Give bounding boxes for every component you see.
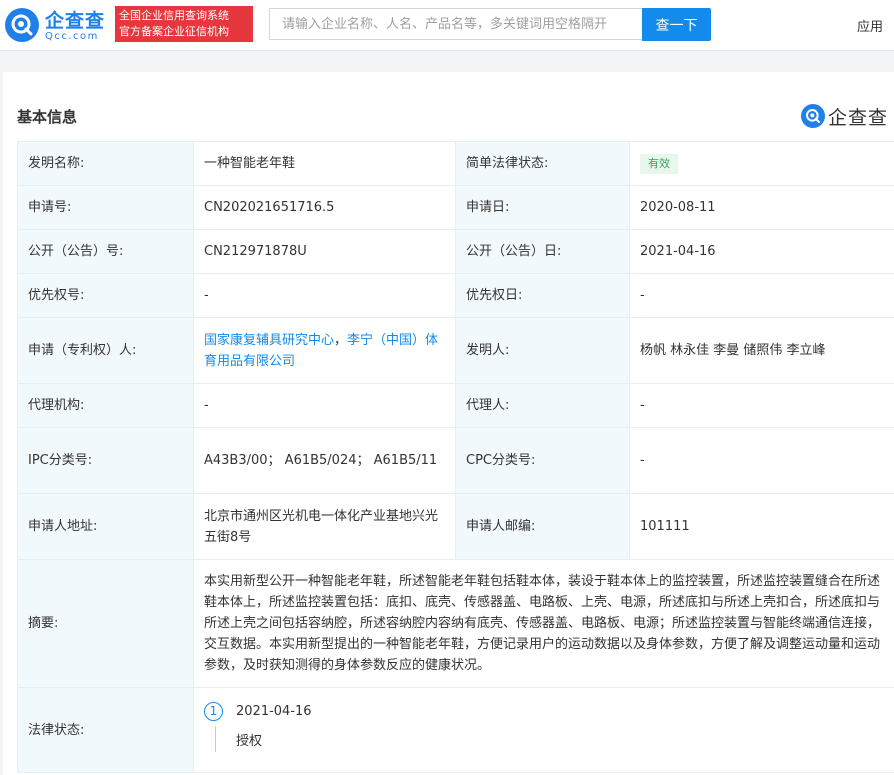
- label-agent: 代理人:: [455, 383, 630, 428]
- timeline-step-desc: 授权: [236, 734, 263, 749]
- applicant-separator: ，: [334, 332, 348, 348]
- table-row: 申请人地址: 北京市通州区光机电一体化产业基地兴光五街8号 申请人邮编: 101…: [17, 493, 894, 560]
- value-application-date: 2020-08-11: [629, 185, 894, 230]
- value-abstract: 本实用新型公开一种智能老年鞋，所述智能老年鞋包括鞋本体，装设于鞋本体上的监控装置…: [193, 559, 894, 688]
- value-applicant-address: 北京市通州区光机电一体化产业基地兴光五街8号: [193, 493, 456, 560]
- table-row: 公开（公告）号: CN212971878U 公开（公告）日: 2021-04-1…: [17, 229, 894, 274]
- value-invention-name: 一种智能老年鞋: [193, 141, 456, 186]
- value-agency: -: [193, 383, 456, 428]
- label-publication-number: 公开（公告）号:: [17, 229, 194, 274]
- label-publication-date: 公开（公告）日:: [455, 229, 630, 274]
- qcc-watermark-logo: 企查查: [801, 102, 894, 130]
- value-applicant-zip: 101111: [629, 493, 894, 560]
- logo-domain: Qcc.com: [45, 31, 99, 42]
- label-invention-name: 发明名称:: [17, 141, 194, 186]
- label-inventor: 发明人:: [455, 317, 630, 384]
- label-applicant: 申请（专利权）人:: [17, 317, 194, 384]
- label-application-number: 申请号:: [17, 185, 194, 230]
- timeline-step-number: 1: [204, 702, 223, 721]
- label-legal-status-timeline: 法律状态:: [17, 687, 194, 773]
- table-row: 代理机构: - 代理人: -: [17, 383, 894, 428]
- label-legal-status: 简单法律状态:: [455, 141, 630, 186]
- table-row: 申请（专利权）人: 国家康复辅具研究中心，李宁（中国）体育用品有限公司 发明人:…: [17, 317, 894, 384]
- value-inventor: 杨帆 林永佳 李曼 储照伟 李立峰: [629, 317, 894, 384]
- table-row: 摘要: 本实用新型公开一种智能老年鞋，所述智能老年鞋包括鞋本体，装设于鞋本体上的…: [17, 559, 894, 688]
- app-link[interactable]: 应用: [857, 16, 883, 35]
- applicant-link-1[interactable]: 国家康复辅具研究中心: [204, 333, 334, 348]
- value-ipc: A43B3/00； A61B5/024； A61B5/11: [193, 427, 456, 494]
- qcc-logo[interactable]: 企查查 Qcc.com: [5, 6, 111, 44]
- status-badge: 有效: [640, 154, 678, 174]
- search-button[interactable]: 查一下: [642, 8, 711, 41]
- legal-status-timeline: 1 2021-04-16 授权: [193, 687, 894, 773]
- qcc-logo-icon: [5, 8, 39, 42]
- label-priority-number: 优先权号:: [17, 273, 194, 318]
- value-publication-date: 2021-04-16: [629, 229, 894, 274]
- watermark-text: 企查查: [828, 107, 889, 129]
- table-row: 法律状态: 1 2021-04-16 授权: [17, 687, 894, 773]
- label-agency: 代理机构:: [17, 383, 194, 428]
- slogan-badge: 全国企业信用查询系统 官方备案企业征信机构: [115, 6, 253, 42]
- label-application-date: 申请日:: [455, 185, 630, 230]
- table-row: 申请号: CN202021651716.5 申请日: 2020-08-11: [17, 185, 894, 230]
- timeline-connector: [215, 726, 216, 752]
- value-publication-number: CN212971878U: [193, 229, 456, 274]
- label-applicant-zip: 申请人邮编:: [455, 493, 630, 560]
- label-priority-date: 优先权日:: [455, 273, 630, 318]
- table-row: 优先权号: - 优先权日: -: [17, 273, 894, 318]
- table-row: IPC分类号: A43B3/00； A61B5/024； A61B5/11 CP…: [17, 427, 894, 494]
- value-agent: -: [629, 383, 894, 428]
- top-bar: 企查查 Qcc.com 全国企业信用查询系统 官方备案企业征信机构 查一下 应用: [0, 0, 894, 51]
- search-input[interactable]: [269, 8, 642, 40]
- basic-info-card: 基本信息 企查查 发明名称: 一种智能老年鞋 简单法律状态: 有效 申请号: C…: [3, 72, 894, 775]
- label-applicant-address: 申请人地址:: [17, 493, 194, 560]
- slogan-line-2: 官方备案企业征信机构: [119, 25, 229, 38]
- value-priority-date: -: [629, 273, 894, 318]
- info-table: 发明名称: 一种智能老年鞋 简单法律状态: 有效 申请号: CN20202165…: [17, 141, 894, 773]
- section-title: 基本信息: [17, 108, 78, 126]
- value-applicant: 国家康复辅具研究中心，李宁（中国）体育用品有限公司: [193, 317, 456, 384]
- value-application-number: CN202021651716.5: [193, 185, 456, 230]
- value-priority-number: -: [193, 273, 456, 318]
- label-ipc: IPC分类号:: [17, 427, 194, 494]
- value-cpc: -: [629, 427, 894, 494]
- logo-name: 企查查: [45, 10, 106, 32]
- table-row: 发明名称: 一种智能老年鞋 简单法律状态: 有效: [17, 141, 894, 186]
- timeline-step-date: 2021-04-16: [236, 704, 312, 719]
- label-abstract: 摘要:: [17, 559, 194, 688]
- slogan-line-1: 全国企业信用查询系统: [119, 9, 229, 22]
- label-cpc: CPC分类号:: [455, 427, 630, 494]
- qcc-watermark-icon: [801, 104, 825, 128]
